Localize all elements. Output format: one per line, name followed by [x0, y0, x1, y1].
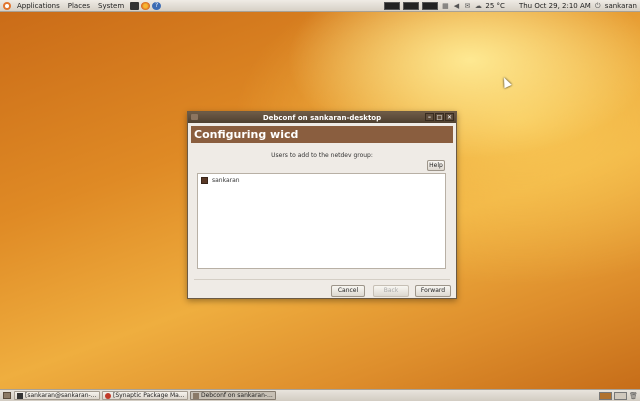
system-monitor-mem-icon[interactable]: [422, 1, 439, 10]
taskbar-item-label: [sankaran@sankaran-...: [25, 392, 97, 399]
user-label[interactable]: sankaran: [605, 2, 637, 10]
help-launcher-icon[interactable]: ?: [152, 1, 162, 10]
menu-applications[interactable]: Applications: [13, 2, 64, 10]
users-list[interactable]: sankaran: [197, 173, 446, 269]
list-item[interactable]: sankaran: [198, 174, 445, 184]
maximize-icon[interactable]: □: [435, 113, 444, 121]
ubuntu-logo-icon[interactable]: [3, 1, 11, 10]
synaptic-icon: [105, 392, 111, 399]
cancel-button[interactable]: Cancel: [331, 285, 365, 297]
close-icon[interactable]: ✕: [445, 113, 454, 121]
system-monitor-cpu-icon[interactable]: [384, 1, 401, 10]
forward-button[interactable]: Forward: [415, 285, 451, 297]
help-button[interactable]: Help: [427, 160, 445, 171]
taskbar-item-debconf[interactable]: Debconf on sankaran-...: [190, 391, 276, 400]
terminal-icon: [17, 392, 23, 399]
debconf-icon: [193, 392, 199, 399]
weather-icon[interactable]: ☁: [474, 2, 482, 10]
network-icon[interactable]: ▦: [441, 2, 449, 10]
window-menu-icon[interactable]: [191, 114, 198, 120]
mail-icon[interactable]: ✉: [463, 2, 471, 10]
workspace-2[interactable]: [614, 391, 627, 400]
workspace-1[interactable]: [599, 391, 612, 400]
dialog-title: Debconf on sankaran-desktop: [262, 113, 382, 122]
power-icon[interactable]: ⏻: [594, 2, 602, 10]
terminal-launcher-icon[interactable]: [130, 1, 140, 10]
taskbar-item-label: Debconf on sankaran-...: [201, 392, 273, 399]
menu-system[interactable]: System: [94, 2, 128, 10]
show-desktop-icon[interactable]: [3, 392, 11, 399]
menu-places[interactable]: Places: [64, 2, 94, 10]
dialog-heading: Configuring wicd: [191, 126, 453, 143]
minimize-icon[interactable]: –: [425, 113, 434, 121]
taskbar-item-terminal[interactable]: [sankaran@sankaran-...: [14, 391, 100, 400]
dialog-titlebar[interactable]: Debconf on sankaran-desktop – □ ✕: [188, 112, 456, 123]
clock-icon: [508, 2, 516, 10]
list-item-label: sankaran: [212, 177, 240, 184]
top-panel: Applications Places System ? ▦ ◀ ✉ ☁ 25 …: [0, 0, 640, 12]
taskbar-item-label: [Synaptic Package Ma...: [113, 392, 185, 399]
back-button[interactable]: Back: [373, 285, 409, 297]
divider: [194, 279, 450, 280]
taskbar-item-synaptic[interactable]: [Synaptic Package Ma...: [102, 391, 188, 400]
prompt-label: Users to add to the netdev group:: [271, 152, 373, 159]
debconf-dialog: Debconf on sankaran-desktop – □ ✕ Config…: [187, 111, 457, 299]
bottom-panel: [sankaran@sankaran-... [Synaptic Package…: [0, 389, 640, 401]
checkbox[interactable]: [201, 177, 208, 184]
mouse-cursor-icon: [500, 75, 512, 89]
temperature-label[interactable]: 25 °C: [485, 2, 505, 10]
clock-label[interactable]: Thu Oct 29, 2:10 AM: [519, 2, 591, 10]
firefox-launcher-icon[interactable]: [141, 1, 151, 10]
trash-icon[interactable]: 🗑: [629, 392, 638, 400]
system-monitor-net-icon[interactable]: [403, 1, 420, 10]
volume-icon[interactable]: ◀: [452, 2, 460, 10]
